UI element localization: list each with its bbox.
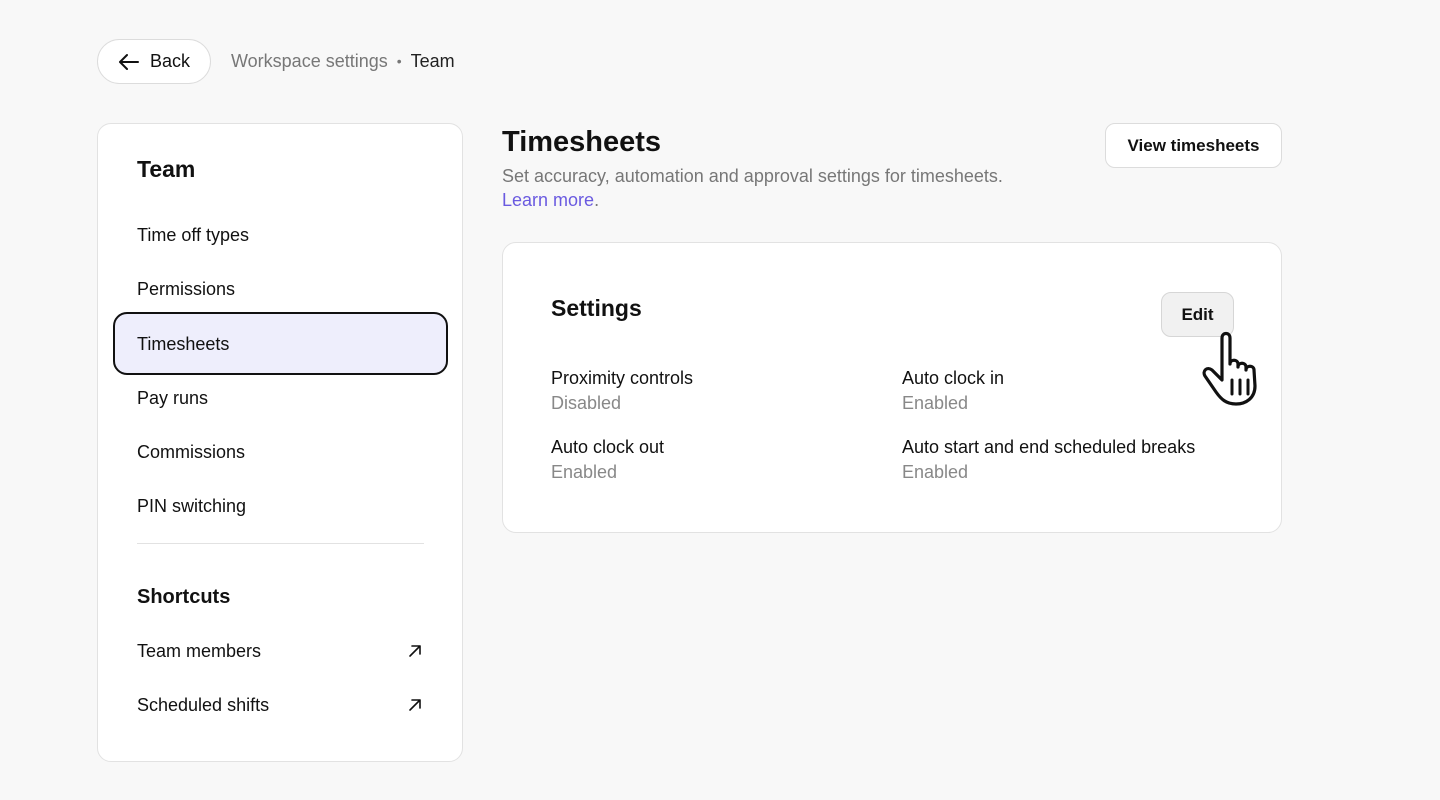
breadcrumb-workspace-settings[interactable]: Workspace settings	[231, 50, 388, 72]
shortcut-label: Team members	[137, 641, 262, 661]
sidebar-item-commissions[interactable]: Commissions	[137, 441, 425, 463]
setting-auto-clock-out: Auto clock out Enabled	[551, 436, 664, 483]
shortcuts-title: Shortcuts	[137, 586, 231, 608]
setting-value: Enabled	[902, 393, 969, 413]
sidebar-item-label: PIN switching	[137, 496, 247, 516]
sidebar-title: Team	[137, 156, 196, 182]
learn-more-link[interactable]: Learn more	[502, 190, 594, 210]
sidebar-item-label: Permissions	[137, 279, 236, 299]
learn-more-period: .	[594, 190, 600, 210]
breadcrumb-current: Team	[410, 51, 455, 71]
back-button-label: Back	[149, 51, 191, 71]
settings-sidebar: Team Time off types Permissions Timeshee…	[97, 123, 463, 762]
external-link-arrow-icon	[409, 645, 421, 657]
breadcrumb: Workspace settings • Team	[231, 50, 455, 72]
page-description: Set accuracy, automation and approval se…	[502, 166, 1003, 186]
setting-value: Disabled	[551, 393, 622, 413]
sidebar-item-permissions[interactable]: Permissions	[137, 278, 425, 300]
setting-label: Auto start and end scheduled breaks	[902, 437, 1196, 457]
sidebar-item-timesheets[interactable]: Timesheets	[113, 312, 448, 375]
sidebar-item-pay-runs[interactable]: Pay runs	[137, 387, 425, 409]
external-link-arrow-icon	[409, 699, 421, 711]
settings-card: Settings Edit Proximity controls Disable…	[502, 242, 1282, 533]
sidebar-item-label: Pay runs	[137, 388, 209, 408]
breadcrumb-separator: •	[396, 53, 402, 69]
setting-label: Proximity controls	[551, 368, 694, 388]
sidebar-item-label: Commissions	[137, 442, 246, 462]
shortcut-label: Scheduled shifts	[137, 695, 270, 715]
card-title: Settings	[551, 295, 642, 321]
learn-more-wrapper: Learn more.	[502, 189, 599, 211]
setting-proximity-controls: Proximity controls Disabled	[551, 367, 693, 414]
view-timesheets-button[interactable]: View timesheets	[1105, 123, 1282, 168]
back-button[interactable]: Back	[97, 39, 211, 84]
sidebar-item-time-off-types[interactable]: Time off types	[137, 224, 425, 246]
shortcut-team-members[interactable]: Team members	[137, 640, 422, 662]
edit-button[interactable]: Edit	[1161, 292, 1234, 337]
setting-auto-breaks: Auto start and end scheduled breaks Enab…	[902, 436, 1195, 483]
setting-label: Auto clock in	[902, 368, 1005, 388]
setting-label: Auto clock out	[551, 437, 665, 457]
setting-value: Enabled	[551, 462, 618, 482]
setting-auto-clock-in: Auto clock in Enabled	[902, 367, 1004, 414]
arrow-left-icon	[118, 53, 139, 70]
sidebar-divider	[137, 543, 424, 544]
page: Back Workspace settings • Team Team Time…	[0, 0, 1440, 800]
sidebar-item-label: Time off types	[137, 225, 250, 245]
page-title: Timesheets	[502, 126, 662, 158]
shortcut-scheduled-shifts[interactable]: Scheduled shifts	[137, 694, 422, 716]
sidebar-item-pin-switching[interactable]: PIN switching	[137, 495, 425, 517]
setting-value: Enabled	[902, 462, 969, 482]
sidebar-item-label: Timesheets	[137, 333, 230, 354]
